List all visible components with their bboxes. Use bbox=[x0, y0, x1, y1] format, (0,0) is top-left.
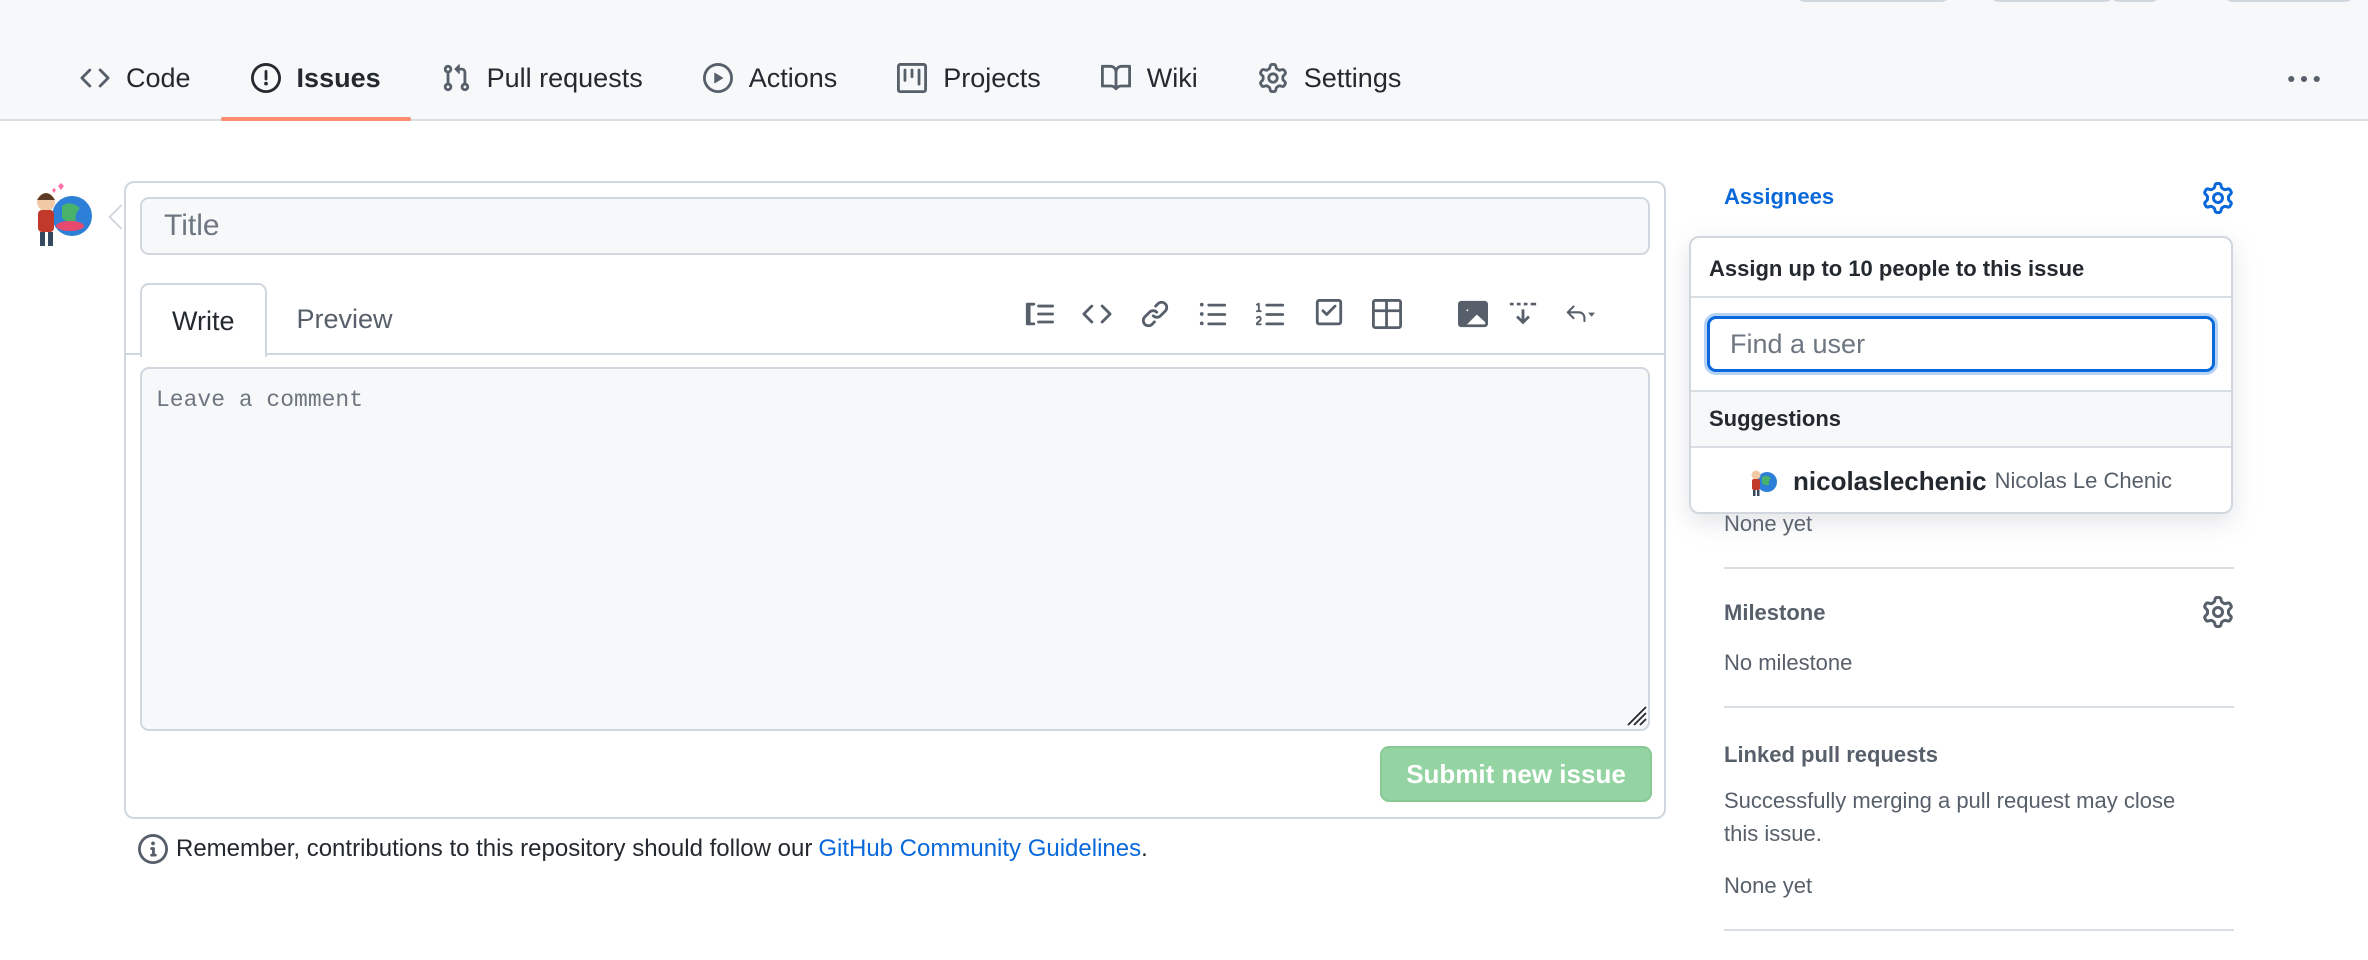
saved-replies-button[interactable] bbox=[1552, 291, 1608, 337]
kebab-horizontal-icon bbox=[2288, 75, 2320, 83]
user-avatar bbox=[1751, 470, 1777, 496]
tab-label: Settings bbox=[1303, 62, 1402, 93]
header-button[interactable] bbox=[2110, 0, 2160, 2]
task-list-button[interactable] bbox=[1306, 291, 1352, 337]
sidebar-divider bbox=[1724, 706, 2234, 708]
task-list-icon bbox=[1315, 299, 1343, 326]
suggestions-section: Suggestions bbox=[1691, 390, 2231, 448]
user-login: nicolaslechenic bbox=[1793, 465, 1987, 496]
milestone-gear-icon[interactable] bbox=[2202, 596, 2234, 628]
tab-label: Issues bbox=[296, 62, 381, 93]
issue-title-input[interactable] bbox=[140, 197, 1650, 255]
tab-issues[interactable]: Issues bbox=[220, 52, 411, 121]
table-icon bbox=[1372, 299, 1402, 329]
heading-icon bbox=[1025, 302, 1054, 326]
milestone-value: No milestone bbox=[1724, 650, 1853, 675]
tab-label: Pull requests bbox=[486, 62, 643, 93]
tab-label: Code bbox=[126, 62, 191, 93]
tab-settings[interactable]: Settings bbox=[1228, 52, 1432, 104]
tab-write[interactable]: Write bbox=[140, 283, 267, 357]
project-icon bbox=[897, 63, 928, 93]
header-button[interactable] bbox=[1796, 0, 1950, 2]
ordered-list-icon bbox=[1256, 302, 1285, 326]
ordered-list-button[interactable] bbox=[1248, 291, 1294, 337]
assignees-gear-icon[interactable] bbox=[2202, 182, 2234, 214]
contribution-guideline-note: Remember, contributions to this reposito… bbox=[138, 834, 1148, 864]
header-button[interactable] bbox=[1990, 0, 2114, 2]
table-button[interactable] bbox=[1364, 291, 1410, 337]
community-guidelines-link[interactable]: GitHub Community Guidelines bbox=[818, 835, 1141, 863]
linked-pull-requests-description-line-2: this issue. bbox=[1724, 821, 1822, 846]
repo-tabs: Code Issues Pull requests Actions Projec… bbox=[50, 52, 1431, 121]
sidebar-divider bbox=[1724, 929, 2234, 931]
more-options-button[interactable] bbox=[2284, 60, 2324, 98]
assignees-heading[interactable]: Assignees bbox=[1724, 184, 1834, 210]
header-button[interactable] bbox=[2224, 0, 2354, 2]
reply-icon bbox=[1566, 305, 1595, 323]
editor-tabs: Write Preview bbox=[140, 283, 423, 357]
tab-actions[interactable]: Actions bbox=[673, 52, 868, 104]
resize-handle-icon[interactable] bbox=[1624, 703, 1648, 727]
tab-label: Wiki bbox=[1146, 62, 1198, 93]
gear-icon bbox=[1258, 63, 1288, 93]
tab-preview[interactable]: Preview bbox=[267, 283, 423, 355]
editor-divider bbox=[126, 353, 1664, 355]
find-user-input[interactable] bbox=[1707, 316, 2215, 372]
link-icon bbox=[1141, 300, 1169, 328]
heading-button[interactable] bbox=[1016, 291, 1062, 337]
dropdown-divider bbox=[1691, 296, 2231, 298]
tab-label: Projects bbox=[943, 62, 1041, 93]
linked-pull-requests-heading: Linked pull requests bbox=[1724, 742, 1938, 767]
avatar[interactable] bbox=[28, 180, 98, 252]
user-full-name: Nicolas Le Chenic bbox=[1994, 468, 2172, 493]
book-icon bbox=[1100, 63, 1131, 93]
linked-pull-requests-value: None yet bbox=[1724, 873, 1813, 898]
suggestions-label: Suggestions bbox=[1709, 406, 1842, 431]
code-button[interactable] bbox=[1074, 291, 1120, 337]
tab-code[interactable]: Code bbox=[50, 52, 221, 104]
unordered-list-icon bbox=[1199, 302, 1227, 326]
dropdown-header: Assign up to 10 people to this issue bbox=[1709, 256, 2085, 281]
sidebar-divider bbox=[1724, 567, 2234, 569]
issue-icon bbox=[250, 63, 281, 93]
new-issue-form: Write Preview bbox=[124, 181, 1666, 819]
code-icon bbox=[80, 63, 110, 93]
tab-label: Actions bbox=[748, 62, 838, 93]
link-button[interactable] bbox=[1132, 291, 1178, 337]
play-icon bbox=[702, 63, 733, 93]
milestone-heading[interactable]: Milestone bbox=[1724, 600, 1825, 626]
guideline-text: Remember, contributions to this reposito… bbox=[176, 835, 813, 862]
code-icon bbox=[1082, 304, 1112, 324]
pull-request-icon bbox=[441, 63, 471, 93]
suggested-user-item[interactable]: nicolaslechenic Nicolas Le Chenic bbox=[1691, 448, 2231, 512]
submit-issue-button[interactable]: Submit new issue bbox=[1380, 746, 1652, 802]
tab-pull-requests[interactable]: Pull requests bbox=[411, 52, 673, 104]
collapse-button[interactable] bbox=[1500, 291, 1546, 337]
repo-nav-bar: Code Issues Pull requests Actions Projec… bbox=[0, 0, 2368, 121]
info-icon bbox=[138, 834, 168, 864]
tab-projects[interactable]: Projects bbox=[867, 52, 1071, 104]
image-icon bbox=[1458, 300, 1488, 328]
comment-textarea[interactable] bbox=[140, 367, 1650, 731]
image-button[interactable] bbox=[1450, 291, 1496, 337]
tab-wiki[interactable]: Wiki bbox=[1071, 52, 1228, 104]
collapse-icon bbox=[1509, 302, 1537, 325]
unordered-list-button[interactable] bbox=[1190, 291, 1236, 337]
assignee-dropdown: Assign up to 10 people to this issue Sug… bbox=[1689, 236, 2233, 514]
guideline-end: . bbox=[1141, 835, 1148, 862]
linked-pull-requests-description-line-1: Successfully merging a pull request may … bbox=[1724, 788, 2176, 813]
